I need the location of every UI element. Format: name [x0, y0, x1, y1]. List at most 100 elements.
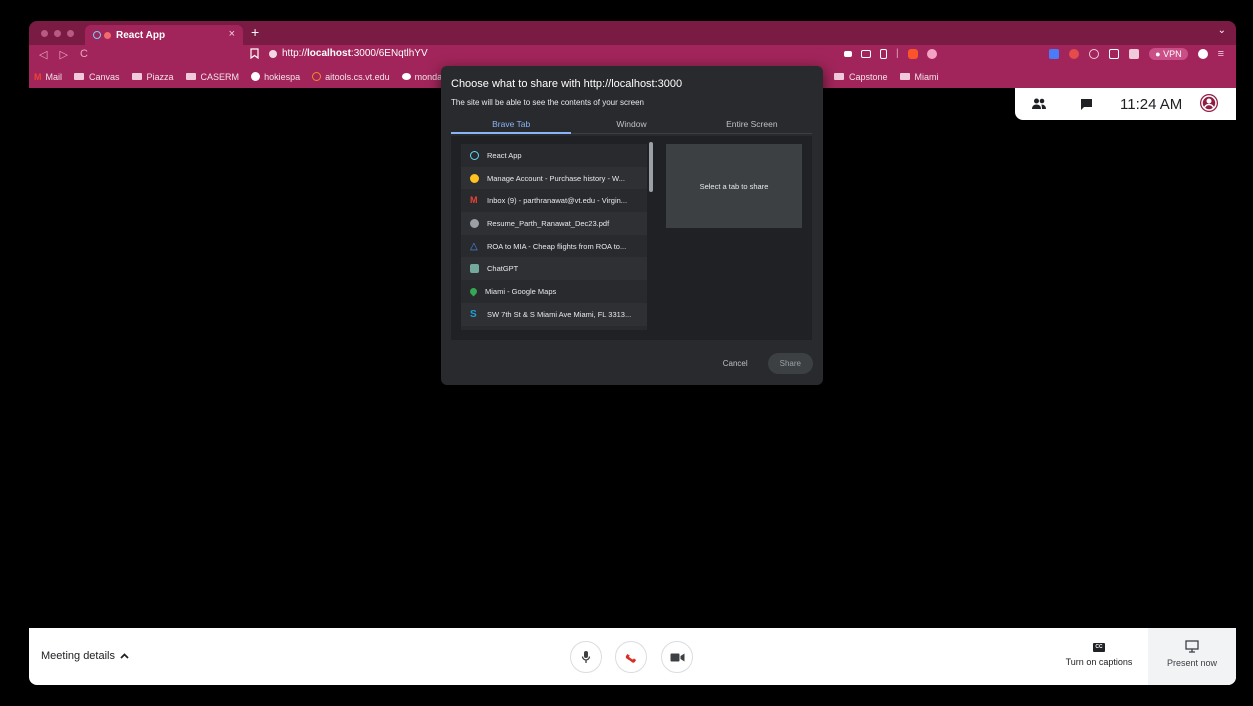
- url-rest: :3000/6ENqtlhYV: [350, 48, 428, 59]
- bookmark-icon[interactable]: [250, 48, 259, 62]
- captions-button[interactable]: CC Turn on captions: [1054, 640, 1144, 667]
- url-host: localhost: [307, 48, 351, 59]
- browser-tab[interactable]: React App ×: [85, 25, 243, 45]
- brave-shields-icon[interactable]: [907, 48, 918, 59]
- address-bar[interactable]: http://localhost:3000/6ENqtlhYV: [269, 48, 428, 59]
- gmail-icon: M: [34, 71, 42, 82]
- back-icon[interactable]: ◁: [39, 48, 47, 61]
- avatar[interactable]: [1200, 94, 1218, 112]
- url-prefix: http://: [282, 48, 308, 59]
- list-item[interactable]: Manage Account - Purchase history - W...: [461, 166, 647, 190]
- microphone-button[interactable]: [570, 641, 602, 673]
- folder-icon: [74, 73, 85, 80]
- wallet-icon[interactable]: [1129, 49, 1140, 59]
- chat-icon[interactable]: [1080, 97, 1093, 110]
- share-screen-dialog: Choose what to share with http://localho…: [441, 66, 823, 385]
- present-screen-icon: [1185, 640, 1199, 653]
- separator: |: [896, 48, 899, 59]
- maps-pin-icon: [468, 286, 479, 297]
- dialog-subtitle: The site will be able to see the content…: [451, 98, 644, 107]
- new-tab-button[interactable]: +: [251, 24, 259, 40]
- dialog-panel: React App Manage Account - Purchase hist…: [451, 136, 812, 340]
- present-now-button[interactable]: Present now: [1148, 628, 1236, 685]
- browser-window: React App × + ⌄ ◁ ▷ C http://localhost:3…: [29, 21, 1236, 685]
- recording-icon: [104, 31, 111, 39]
- maximize-window-button[interactable]: [67, 30, 74, 37]
- camera-button[interactable]: [661, 641, 693, 673]
- tab-brave-tab[interactable]: Brave Tab: [451, 114, 572, 134]
- bookmark-capstone[interactable]: Capstone: [834, 72, 888, 82]
- bookmark-hokiespa[interactable]: hokiespa: [251, 72, 300, 82]
- browser-toolbar: ◁ ▷ C http://localhost:3000/6ENqtlhYV | …: [29, 45, 1236, 65]
- camera-indicator-icon[interactable]: [844, 50, 852, 57]
- list-item[interactable]: △ ROA to MIA - Cheap flights from ROA to.…: [461, 235, 647, 258]
- cancel-button[interactable]: Cancel: [713, 353, 758, 374]
- vpn-label: VPN: [1163, 49, 1182, 59]
- dialog-tabs: Brave Tab Window Entire Screen: [451, 114, 812, 134]
- bookmark-piazza[interactable]: Piazza: [131, 72, 174, 82]
- globe-icon: [251, 72, 261, 81]
- folder-icon: [185, 73, 196, 80]
- tab-entire-screen[interactable]: Entire Screen: [692, 114, 812, 133]
- captions-label: Turn on captions: [1065, 657, 1133, 667]
- cast-icon[interactable]: [861, 49, 871, 58]
- bookmark-canvas[interactable]: Canvas: [74, 72, 120, 82]
- list-item[interactable]: S SW 7th St & S Miami Ave Miami, FL 3313.…: [461, 302, 647, 326]
- list-item[interactable]: Miami - Google Maps: [461, 280, 647, 303]
- flight-icon: △: [470, 240, 478, 252]
- close-tab-icon[interactable]: ×: [229, 28, 235, 40]
- dialog-title: Choose what to share with http://localho…: [451, 78, 683, 90]
- dialog-buttons: Cancel Share: [713, 353, 813, 374]
- tab-menu-icon[interactable]: ⌄: [1218, 25, 1226, 36]
- bookmark-caserm[interactable]: CASERM: [185, 72, 239, 82]
- tab-window[interactable]: Window: [571, 114, 691, 133]
- site-info-icon[interactable]: [269, 49, 277, 58]
- gmail-icon: M: [470, 195, 478, 206]
- sidebar-icon[interactable]: [1109, 49, 1120, 59]
- bookmark-monday[interactable]: monday: [401, 72, 447, 82]
- list-item[interactable]: Resume_Parth_Ranawat_Dec23.pdf: [461, 212, 647, 235]
- extension-icons: ● VPN ≡: [1049, 48, 1224, 60]
- list-item[interactable]: ChatGPT: [461, 257, 647, 281]
- end-call-button[interactable]: [615, 641, 647, 673]
- close-window-button[interactable]: [41, 30, 48, 37]
- leo-icon[interactable]: [1197, 49, 1208, 59]
- walmart-spark-icon: [470, 173, 479, 183]
- list-item[interactable]: M Inbox (9) - parthranawat@vt.edu - Virgi…: [461, 189, 647, 212]
- monday-icon: [401, 73, 411, 80]
- folder-icon: [131, 73, 142, 80]
- folder-icon: [834, 73, 844, 80]
- tab-list-scrollbar[interactable]: [649, 142, 653, 192]
- share-icon[interactable]: [880, 48, 887, 59]
- menu-icon[interactable]: ≡: [1218, 48, 1224, 60]
- folder-icon: [899, 73, 910, 80]
- vpn-button[interactable]: ● VPN: [1149, 48, 1188, 60]
- brave-rewards-icon[interactable]: [926, 48, 937, 59]
- people-icon[interactable]: [1032, 97, 1046, 109]
- extension-red-icon[interactable]: [1069, 49, 1080, 59]
- shareable-tab-list: React App Manage Account - Purchase hist…: [461, 144, 647, 330]
- forward-icon[interactable]: ▷: [59, 48, 67, 61]
- minimize-window-button[interactable]: [54, 30, 61, 37]
- microphone-icon: [581, 651, 591, 663]
- extension-blue-icon[interactable]: [1049, 49, 1060, 59]
- chevron-up-icon: [120, 651, 129, 661]
- share-button[interactable]: Share: [767, 353, 813, 374]
- globe-icon: [470, 218, 479, 228]
- bookmarks-right: Capstone Miami: [834, 65, 951, 88]
- window-controls: [41, 30, 74, 37]
- extension-puzzle-icon[interactable]: [1089, 49, 1100, 59]
- bookmark-aitools[interactable]: aitools.cs.vt.edu: [312, 72, 390, 82]
- reload-icon[interactable]: C: [80, 48, 88, 61]
- aitools-icon: [312, 72, 322, 81]
- meeting-details-button[interactable]: Meeting details: [41, 650, 129, 662]
- bookmark-mail[interactable]: M Mail: [34, 72, 62, 82]
- list-item[interactable]: React App: [461, 144, 647, 167]
- meet-bottom-bar: Meeting details CC Turn on captions Pres…: [29, 628, 1236, 685]
- chatgpt-icon: [470, 264, 479, 274]
- bookmark-miami[interactable]: Miami: [899, 72, 939, 82]
- captions-icon: CC: [1093, 643, 1105, 652]
- react-icon: [93, 31, 101, 39]
- s-logo-icon: S: [470, 308, 477, 320]
- phone-hangup-icon: [625, 653, 636, 663]
